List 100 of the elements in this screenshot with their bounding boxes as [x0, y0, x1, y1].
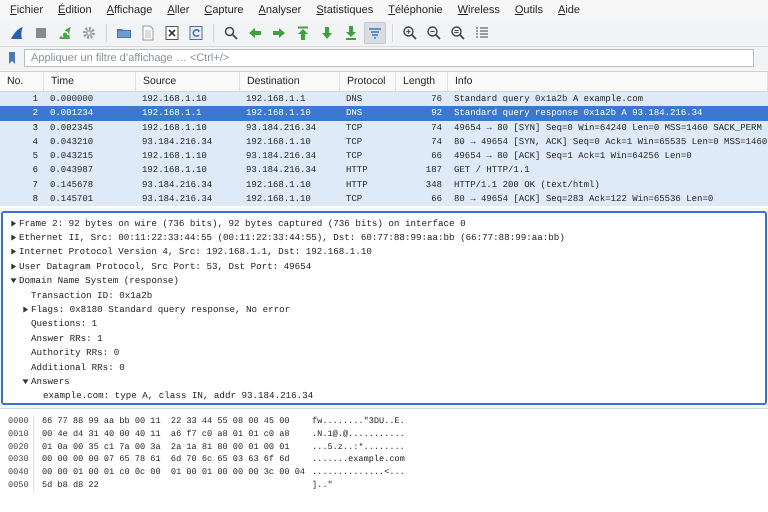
- display-filter-field[interactable]: Appliquer un filtre d’affichage … <Ctrl+/>: [24, 49, 754, 67]
- table-cell-text: 187: [424, 164, 443, 178]
- table-cell-text: 66: [430, 150, 443, 164]
- menu-item[interactable]: Wireless: [452, 4, 509, 16]
- tree-item[interactable]: Authority RRs: 0: [31, 347, 120, 358]
- tree-item[interactable]: Questions: 1: [31, 318, 98, 330]
- table-cell-text: DNS: [345, 107, 364, 120]
- packet-row[interactable]: 8 0.145701 93.184.216.34 192.168.1.10 TCP 66 80 → 49654 [ACK] Seq=283 Ack=122 Win=65536 Len=0: [0, 192, 768, 206]
- table-cell-text: 192.168.1.1: [141, 107, 202, 120]
- expand-triangle-icon[interactable]: [10, 234, 16, 242]
- menu-item[interactable]: Téléphonie: [382, 4, 452, 16]
- table-cell-text: GET / HTTP/1.1: [453, 164, 531, 178]
- table-cell-text: 0.043987: [49, 164, 94, 178]
- table-cell-text: Standard query 0x1a2b A example.com: [453, 93, 644, 106]
- left-arrow-icon: [247, 25, 263, 41]
- table-cell-text: 93.184.216.34: [245, 122, 318, 135]
- tree-item[interactable]: Transaction ID: 0x1a2b: [31, 290, 152, 301]
- bottom-arrow-icon: [343, 25, 359, 41]
- column-header[interactable]: Length: [396, 72, 448, 91]
- top-arrow-icon: [295, 25, 311, 41]
- table-cell-text: HTTP/1.1 200 OK (text/html): [453, 178, 601, 192]
- table-cell-text: 2: [32, 107, 39, 120]
- tree-item[interactable]: Answers: [31, 376, 70, 387]
- search-icon: [223, 25, 239, 41]
- menu-item[interactable]: Aide: [552, 4, 589, 16]
- menu-item[interactable]: Capture: [198, 4, 253, 16]
- expand-triangle-icon[interactable]: [10, 248, 16, 256]
- hex-bytes: 00 4e d4 31 40 00 40 11 a6 f7 c0 a8 01 01 c0 a8: [42, 428, 291, 441]
- table-cell-text: 7: [32, 178, 39, 192]
- packet-row[interactable]: 7 0.145678 93.184.216.34 192.168.1.10 HTTP 348 HTTP/1.1 200 OK (text/html): [0, 178, 768, 192]
- ascii-text: ]..": [312, 478, 334, 492]
- byte-offset: 0040: [0, 466, 34, 479]
- table-cell-text: 0.000000: [49, 93, 94, 106]
- table-cell-text: HTTP: [345, 164, 369, 178]
- expand-triangle-icon[interactable]: [10, 262, 16, 270]
- table-cell-text: 93.184.216.34: [245, 164, 318, 178]
- settings-icon: [81, 25, 97, 41]
- document-icon: [140, 25, 156, 41]
- packet-row[interactable]: 3 0.002345 192.168.1.10 93.184.216.34 TCP 74 49654 → 80 [SYN] Seq=0 Win=64240 Len=0 MSS=1460 SACK_PERM: [0, 120, 768, 135]
- table-cell-text: 348: [424, 178, 443, 192]
- column-header[interactable]: No.: [0, 72, 44, 91]
- tree-item[interactable]: Internet Protocol Version 4, Src: 192.168.1.1, Dst: 192.168.1.10: [19, 246, 372, 258]
- reload-file-icon: [188, 25, 204, 41]
- ascii-text: ..............<...: [312, 466, 406, 479]
- column-header[interactable]: Time: [44, 72, 136, 91]
- menu-item[interactable]: Outils: [508, 4, 552, 16]
- shark-fin-icon: [9, 25, 25, 41]
- tree-item[interactable]: example.com: type A, class IN, addr 93.184.216.34: [43, 390, 314, 402]
- column-header[interactable]: Source: [136, 72, 240, 91]
- expand-triangle-icon[interactable]: [10, 220, 16, 227]
- table-cell-text: 192.168.1.10: [141, 122, 208, 135]
- tree-item[interactable]: Answer RRs: 1: [31, 332, 103, 344]
- packet-row[interactable]: 5 0.043215 192.168.1.10 93.184.216.34 TCP 66 49654 → 80 [ACK] Seq=1 Ack=1 Win=64256 Len=0: [0, 149, 768, 164]
- hex-bytes: 00 00 00 00 07 65 78 61 6d 70 6c 65 03 63 6f 6d: [42, 453, 291, 466]
- table-cell-text: 6: [32, 164, 39, 178]
- menu-item[interactable]: Affichage: [100, 4, 162, 16]
- packet-row[interactable]: 4 0.043210 93.184.216.34 192.168.1.10 TCP 74 80 → 49654 [SYN, ACK] Seq=0 Ack=1 Win=65535 Len=0 MSS=1460: [0, 134, 768, 150]
- table-cell-text: 74: [430, 122, 443, 135]
- expand-triangle-icon[interactable]: [22, 306, 28, 314]
- tree-item[interactable]: Additional RRs: 0: [31, 362, 125, 373]
- table-cell-text: 192.168.1.10: [141, 150, 208, 164]
- column-header[interactable]: Info: [448, 72, 768, 91]
- table-cell-text: 192.168.1.10: [245, 107, 312, 120]
- packet-row[interactable]: 2 0.001234 192.168.1.1 192.168.1.10 DNS 92 Standard query response 0x1a2b A 93.184.216.34: [0, 106, 768, 121]
- table-cell-text: Standard query response 0x1a2b A 93.184.216.34: [453, 107, 704, 120]
- tree-item[interactable]: Flags: 0x8180 Standard query response, No error: [31, 304, 290, 316]
- hex-bytes: 66 77 88 99 aa bb 00 11 22 33 44 55 08 00 45 00: [42, 415, 291, 428]
- down-arrow-icon: [319, 25, 335, 41]
- tree-item[interactable]: Frame 2: 92 bytes on wire (736 bits), 92 bytes captured (736 bits) on interface 0: [19, 218, 466, 229]
- menu-item[interactable]: Analyser: [252, 4, 310, 16]
- table-cell-text: 80 → 49654 [SYN, ACK] Seq=0 Ack=1 Win=65535 Len=0 MSS=1460: [453, 136, 768, 149]
- menu-item[interactable]: Édition: [52, 4, 101, 16]
- table-cell-text: 93.184.216.34: [141, 193, 214, 206]
- menu-item[interactable]: Aller: [161, 4, 198, 16]
- right-arrow-icon: [271, 25, 287, 41]
- table-cell-text: HTTP: [345, 178, 369, 192]
- table-cell-text: 92: [430, 107, 443, 120]
- menu-item[interactable]: Fichier: [4, 4, 52, 16]
- collapse-triangle-icon[interactable]: [10, 277, 16, 284]
- table-cell-text: 192.168.1.10: [141, 93, 208, 106]
- table-cell-text: 93.184.216.34: [245, 150, 318, 164]
- collapse-triangle-icon[interactable]: [22, 378, 28, 385]
- packet-row[interactable]: 1 0.000000 192.168.1.10 192.168.1.1 DNS 76 Standard query 0x1a2b A example.com: [0, 92, 768, 106]
- table-cell-text: 0.001234: [49, 107, 94, 120]
- column-header[interactable]: Destination: [240, 72, 340, 91]
- table-cell-text: 192.168.1.10: [245, 136, 312, 149]
- tree-item[interactable]: User Datagram Protocol, Src Port: 53, Dst Port: 49654: [19, 260, 312, 272]
- tree-item[interactable]: Ethernet II, Src: 00:11:22:33:44:55 (00:11:22:33:44:55), Dst: 60:77:88:99:aa:bb (66:77:88:99:aa:bb): [19, 232, 565, 244]
- ascii-text: .......example.com: [312, 453, 406, 466]
- table-cell-text: 93.184.216.34: [141, 136, 214, 149]
- table-cell-text: 0.145678: [49, 178, 94, 192]
- byte-offset: 0050: [0, 478, 34, 492]
- ascii-text: .N.1@.@...........: [312, 428, 406, 441]
- tree-item[interactable]: Domain Name System (response): [19, 275, 179, 286]
- column-header[interactable]: Protocol: [340, 72, 396, 91]
- packet-row[interactable]: 6 0.043987 192.168.1.10 93.184.216.34 HTTP 187 GET / HTTP/1.1: [0, 163, 768, 178]
- table-cell-text: 66: [430, 193, 443, 206]
- table-cell-text: 0.043210: [49, 136, 94, 149]
- byte-offset: 0000: [0, 415, 34, 428]
- menu-item[interactable]: Statistiques: [310, 4, 382, 16]
